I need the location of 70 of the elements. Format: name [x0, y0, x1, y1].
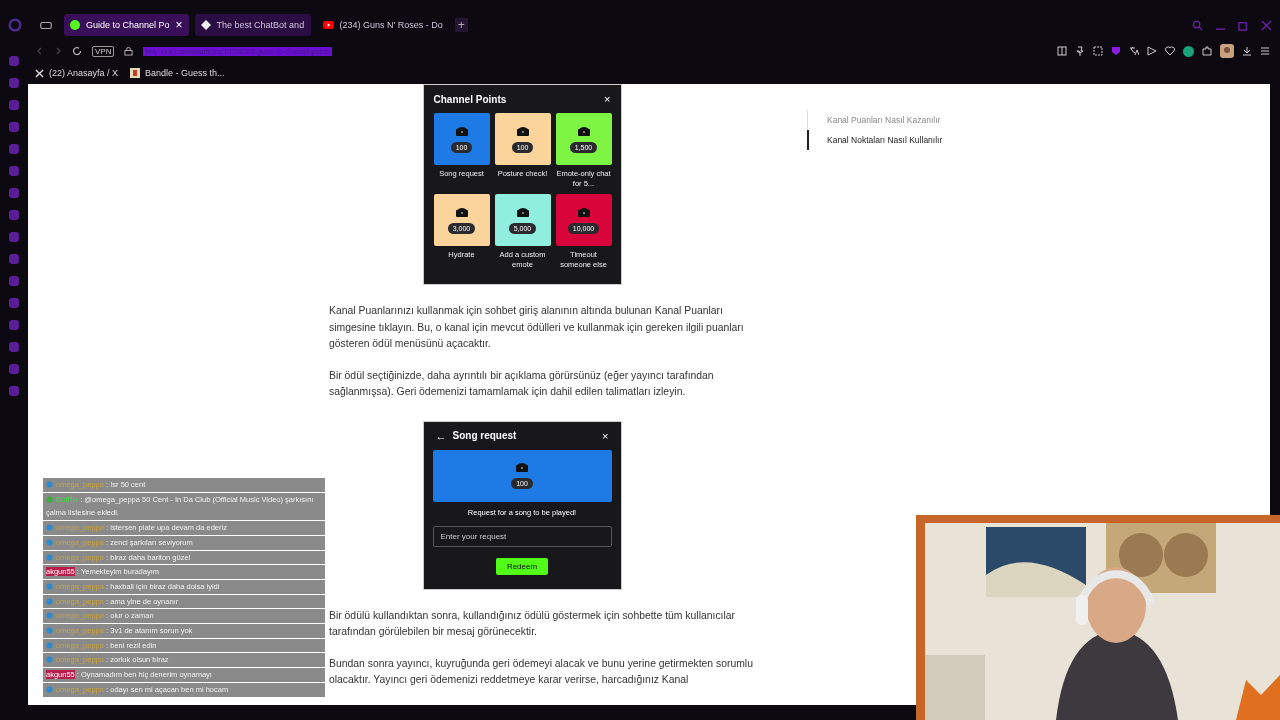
browser-tab[interactable]: Guide to Channel Po × — [64, 14, 189, 36]
gamepad-icon[interactable] — [40, 20, 52, 30]
close-button[interactable]: × — [604, 93, 611, 105]
bookmark[interactable]: (22) Anasayfa / X — [35, 68, 119, 78]
back-button[interactable]: ← — [435, 429, 447, 442]
app-icon[interactable] — [9, 364, 19, 374]
play-icon — [322, 21, 334, 29]
redeem-button[interactable]: Redeem — [495, 557, 549, 575]
app-icon[interactable] — [9, 320, 19, 330]
forward-icon[interactable] — [54, 47, 62, 55]
card-title: Channel Points — [433, 93, 507, 105]
help-icon — [70, 20, 80, 30]
menu-icon[interactable] — [1260, 46, 1270, 56]
browser-tab[interactable]: The best ChatBot and — [194, 14, 311, 36]
new-tab-button[interactable]: + — [454, 18, 468, 32]
vpn-badge[interactable]: VPN — [92, 45, 115, 57]
back-icon[interactable] — [36, 47, 44, 55]
badge-icon — [46, 481, 53, 488]
app-icon[interactable] — [9, 232, 19, 242]
chest-icon — [577, 125, 590, 136]
bookmark[interactable]: Bandle - Guess th... — [130, 68, 225, 78]
app-icon[interactable] — [9, 188, 19, 198]
request-input[interactable]: Enter your request — [432, 525, 612, 547]
card-title: Song request — [452, 430, 517, 441]
check-icon — [46, 495, 53, 503]
app-icon[interactable] — [9, 144, 19, 154]
toc-link[interactable]: Kanal Noktaları Nasıl Kullanılır — [807, 130, 1260, 150]
paragraph: Bir ödül seçtiğinizde, daha ayrıntılı bir açıklama görürsünüz (eğer yayıncı tarafından sağlanmışsa). Geri ödemenizi tamamlamak için dahil edilen talimatları izleyin. — [329, 368, 715, 399]
avatar-icon[interactable] — [1220, 44, 1234, 58]
close-icon[interactable]: × — [175, 18, 183, 32]
reload-icon[interactable] — [72, 46, 82, 56]
app-icon[interactable] — [9, 276, 19, 286]
chest-icon — [455, 125, 468, 136]
paragraph: Bundan sonra yayıncı, kuyruğunda geri ödemeyi alacak ve bunu yerine getirmekten sorumlu olacaktır. Yayıncı geri ödemenizi reddetmeye karar verirse, harcadığınız Kanal — [329, 656, 754, 687]
browser-logo-icon[interactable] — [8, 18, 22, 32]
split-view-icon[interactable] — [1057, 46, 1067, 56]
app-icon[interactable] — [9, 56, 19, 66]
download-icon[interactable] — [1242, 46, 1252, 56]
chest-icon — [516, 206, 529, 217]
heart-icon[interactable] — [1165, 46, 1175, 56]
extension-icon[interactable] — [1183, 45, 1194, 57]
app-icon[interactable] — [9, 298, 19, 308]
crop-icon[interactable] — [1093, 46, 1103, 56]
paragraph: Kanal Puanlarınızı kullanmak için sohbet giriş alanının altında bulunan Kanal Puanları simgesine tıklayın. Bu, o kanal için mevcut ödülleri ve kullanmak için gereken ilgili puanları gösteren ödül menüsünü açacaktır. — [329, 304, 745, 351]
app-icon[interactable] — [9, 210, 19, 220]
app-icon[interactable] — [9, 342, 19, 352]
app-icon[interactable] — [9, 166, 19, 176]
app-icon[interactable] — [9, 122, 19, 132]
badge-icon — [46, 685, 53, 693]
search-icon[interactable] — [1192, 19, 1203, 31]
lock-icon — [124, 46, 134, 56]
app-icon[interactable] — [9, 78, 19, 88]
app-icon[interactable] — [9, 386, 19, 396]
chest-icon — [516, 125, 529, 136]
chest-icon — [455, 206, 468, 217]
close-icon[interactable] — [1261, 19, 1272, 31]
toc-link[interactable]: Kanal Puanları Nasıl Kazanılır — [807, 110, 1260, 130]
chest-icon — [516, 462, 528, 472]
x-icon — [35, 68, 44, 78]
send-icon[interactable] — [1147, 46, 1157, 56]
app-icon[interactable] — [9, 254, 19, 264]
browser-tab[interactable]: (234) Guns N' Roses - Do — [316, 14, 449, 36]
paragraph: Bir ödülü kullandıktan sonra, kullandığınız ödülü göstermek için sohbette tüm kullanıcılar tarafından görülebilen bir mesaj görünecektir. — [329, 608, 737, 639]
restore-icon[interactable] — [1238, 19, 1249, 31]
close-button[interactable]: × — [602, 429, 609, 442]
shield-icon[interactable] — [1111, 46, 1121, 56]
chest-icon — [577, 206, 590, 217]
note-icon — [130, 68, 141, 78]
app-icon[interactable] — [9, 100, 19, 110]
diamond-icon — [200, 20, 211, 30]
